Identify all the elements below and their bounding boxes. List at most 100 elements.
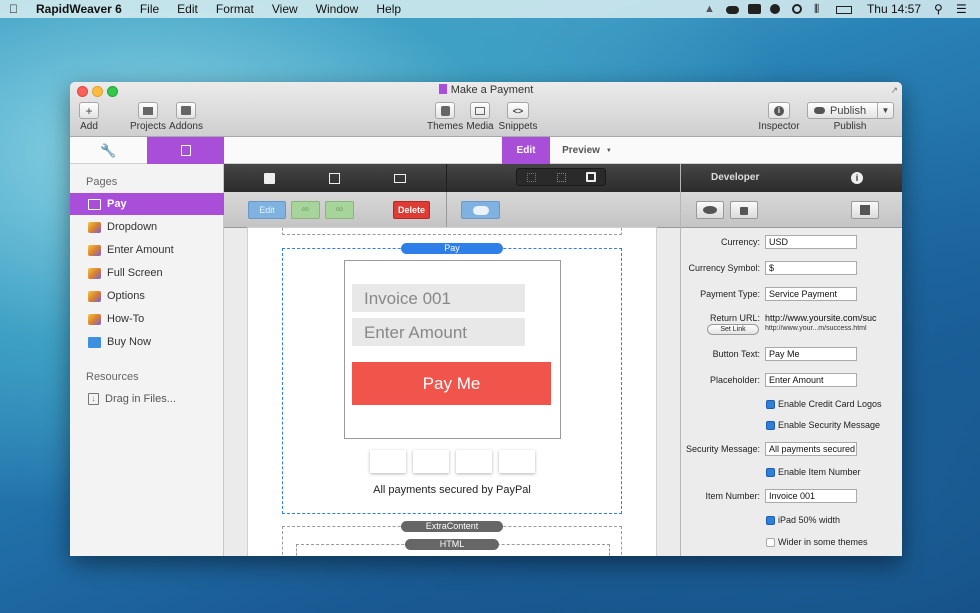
cloud-button[interactable]: [461, 201, 500, 219]
tab-preview[interactable]: Preview ▼: [552, 137, 622, 164]
page-icon: [88, 267, 101, 279]
notification-icon[interactable]: ▲: [704, 3, 718, 15]
box-icon[interactable]: [264, 173, 275, 184]
cloud-icon: [814, 107, 825, 114]
fullscreen-icon[interactable]: ↗: [890, 85, 898, 96]
sidebar-item-enter-amount[interactable]: Enter Amount: [70, 239, 224, 261]
menu-window[interactable]: Window: [307, 2, 368, 16]
currency-symbol-field[interactable]: $: [765, 261, 857, 275]
ipad-width-checkbox[interactable]: [766, 516, 775, 525]
return-url-short: http://www.your...m/success.html: [765, 325, 867, 332]
view-medium-icon[interactable]: [557, 173, 566, 182]
publish-label: Publish: [833, 121, 867, 132]
ipad-width-label: iPad 50% width: [778, 515, 841, 525]
set-link-button[interactable]: Set Link: [707, 324, 759, 335]
pay-me-button[interactable]: Pay Me: [352, 362, 551, 405]
export-button[interactable]: [851, 201, 879, 219]
menu-edit[interactable]: Edit: [168, 2, 207, 16]
media-button[interactable]: [470, 102, 490, 119]
visibility-button[interactable]: [696, 201, 724, 219]
battery-icon[interactable]: [835, 3, 854, 15]
page-icon: [88, 313, 101, 325]
unlink-button[interactable]: ∞: [325, 201, 354, 219]
notification-center-icon[interactable]: ☰: [956, 3, 970, 15]
credit-card-logo-3: [456, 450, 492, 473]
sidebar-item-label: Options: [107, 290, 145, 302]
credit-card-logo-4: [499, 450, 535, 473]
extra-content-tag-label: ExtraContent: [425, 521, 479, 531]
lock-button[interactable]: [730, 201, 758, 219]
layout-icon[interactable]: [329, 173, 340, 184]
security-message-field[interactable]: All payments secured: [765, 442, 857, 456]
apple-icon[interactable]: : [0, 2, 27, 16]
item-number-field[interactable]: Invoice 001: [765, 489, 857, 503]
themes-button[interactable]: [435, 102, 455, 119]
tab-edit[interactable]: Edit: [502, 137, 550, 164]
resources-drop-target[interactable]: ↓ Drag in Files...: [70, 388, 224, 410]
view-large-icon[interactable]: [586, 172, 596, 182]
amount-field-text: Enter Amount: [364, 323, 468, 342]
credit-card-logos-checkbox[interactable]: [766, 400, 775, 409]
amount-field[interactable]: Enter Amount: [352, 318, 525, 346]
invoice-field[interactable]: Invoice 001: [352, 284, 525, 312]
publish-dropdown-icon[interactable]: ▼: [877, 103, 893, 118]
view-mode-segment[interactable]: [516, 168, 606, 186]
placeholder-label: Placeholder:: [709, 375, 760, 385]
menu-app-name[interactable]: RapidWeaver 6: [27, 2, 131, 16]
sidebar-item-pay[interactable]: Pay: [70, 193, 224, 215]
cloud-icon[interactable]: [725, 3, 740, 15]
add-button[interactable]: +: [79, 102, 99, 119]
menu-help[interactable]: Help: [367, 2, 410, 16]
sync-icon[interactable]: [769, 3, 784, 15]
app-window: Make a Payment ↗ + Add Projects Addons T…: [70, 82, 902, 556]
stack-toolbar: [224, 164, 680, 192]
tools-tab[interactable]: 🔧: [70, 137, 147, 164]
wider-themes-checkbox[interactable]: [766, 538, 775, 547]
pay-stack-tag[interactable]: Pay: [401, 243, 503, 254]
camera-icon[interactable]: [747, 3, 762, 15]
editor-area: Edit ∞ ∞ Delete Pay Invoice 001 Enter Am…: [224, 164, 680, 556]
spotlight-icon[interactable]: ⚲: [934, 3, 948, 15]
item-number-checkbox[interactable]: [766, 468, 775, 477]
wifi-icon[interactable]: ⦀: [814, 3, 828, 15]
inspector-toolbar: [681, 192, 902, 228]
info-icon[interactable]: i: [851, 172, 863, 184]
sidebar-item-label: Dropdown: [107, 221, 158, 233]
button-text-field[interactable]: Pay Me: [765, 347, 857, 361]
view-small-icon[interactable]: [527, 173, 536, 182]
sidebar-item-dropdown[interactable]: Dropdown: [70, 216, 224, 238]
delete-button[interactable]: Delete: [393, 201, 430, 219]
themes-label: Themes: [427, 121, 464, 132]
inspector-panel: Developer i Currency: USD Currency Symbo…: [680, 164, 902, 556]
menu-view[interactable]: View: [263, 2, 307, 16]
snippets-button[interactable]: <>: [507, 102, 529, 119]
extra-content-tag[interactable]: ExtraContent: [401, 521, 503, 532]
pages-tab[interactable]: [147, 137, 224, 164]
payment-type-label: Payment Type:: [700, 289, 760, 299]
themes-icon: [440, 105, 450, 116]
projects-button[interactable]: [138, 102, 158, 119]
menu-file[interactable]: File: [131, 2, 168, 16]
currency-field[interactable]: USD: [765, 235, 857, 249]
item-number-label: Item Number:: [705, 491, 760, 501]
sidebar-item-full-screen[interactable]: Full Screen: [70, 262, 224, 284]
placeholder-field[interactable]: Enter Amount: [765, 373, 857, 387]
sidebar-item-options[interactable]: Options: [70, 285, 224, 307]
sidebar-item-how-to[interactable]: How-To: [70, 308, 224, 330]
download-icon: ↓: [88, 393, 99, 405]
link-button[interactable]: ∞: [291, 201, 320, 219]
publish-button[interactable]: Publish ▼: [807, 102, 894, 119]
sidebar-item-buy-now[interactable]: Buy Now: [70, 331, 224, 353]
inspector-button[interactable]: i: [768, 102, 790, 119]
payment-type-field[interactable]: Service Payment: [765, 287, 857, 301]
edit-button[interactable]: Edit: [248, 201, 286, 219]
publish-button-label: Publish: [830, 104, 867, 117]
security-message-checkbox[interactable]: [766, 421, 775, 430]
menu-format[interactable]: Format: [207, 2, 263, 16]
addons-button[interactable]: [176, 102, 196, 119]
clock[interactable]: Thu 14:57: [858, 2, 930, 16]
image-icon[interactable]: [394, 174, 406, 183]
html-tag[interactable]: HTML: [405, 539, 499, 550]
download-box-icon: [860, 205, 870, 215]
time-machine-icon[interactable]: [791, 3, 806, 15]
